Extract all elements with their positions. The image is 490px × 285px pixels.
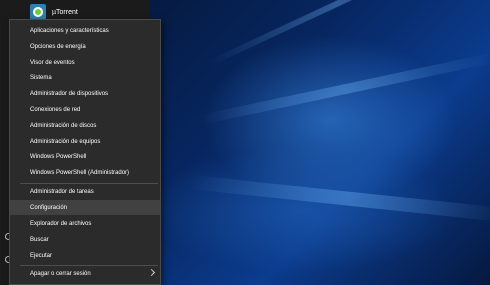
menu-item-visor-eventos[interactable]: Visor de eventos [10, 55, 160, 70]
menu-item-windows-powershell[interactable]: Windows PowerShell [10, 149, 160, 164]
menu-item-aplicaciones[interactable]: Aplicaciones y características [10, 23, 160, 38]
menu-item-administrador-tareas[interactable]: Administrador de tareas [10, 184, 160, 199]
menu-item-explorador-archivos[interactable]: Explorador de archivos [10, 216, 160, 231]
wallpaper-light-beam [198, 52, 490, 125]
menu-item-configuracion[interactable]: Configuración [10, 200, 160, 215]
chevron-right-icon [147, 268, 156, 277]
wallpaper-light-beam [208, 0, 466, 66]
menu-item-sistema[interactable]: Sistema [10, 70, 160, 85]
menu-item-opciones-energia[interactable]: Opciones de energía [10, 39, 160, 54]
menu-item-conexiones-red[interactable]: Conexiones de red [10, 102, 160, 117]
utorrent-icon [30, 4, 46, 20]
wallpaper-light-beam [189, 175, 490, 223]
menu-item-ejecutar[interactable]: Ejecutar [10, 248, 160, 263]
menu-item-apagar-cerrar-sesion[interactable]: Apagar o cerrar sesión [10, 266, 160, 281]
menu-item-label: Apagar o cerrar sesión [30, 270, 91, 277]
menu-item-administracion-equipos[interactable]: Administración de equipos [10, 134, 160, 149]
menu-item-windows-powershell-admin[interactable]: Windows PowerShell (Administrador) [10, 165, 160, 180]
menu-item-buscar[interactable]: Buscar [10, 232, 160, 247]
menu-item-administrador-dispositivos[interactable]: Administrador de dispositivos [10, 86, 160, 101]
menu-item-administracion-discos[interactable]: Administración de discos [10, 118, 160, 133]
quick-link-context-menu: Aplicaciones y características Opciones … [9, 19, 161, 285]
utorrent-logo [33, 7, 43, 17]
pinned-app-label: µTorrent [52, 8, 78, 16]
